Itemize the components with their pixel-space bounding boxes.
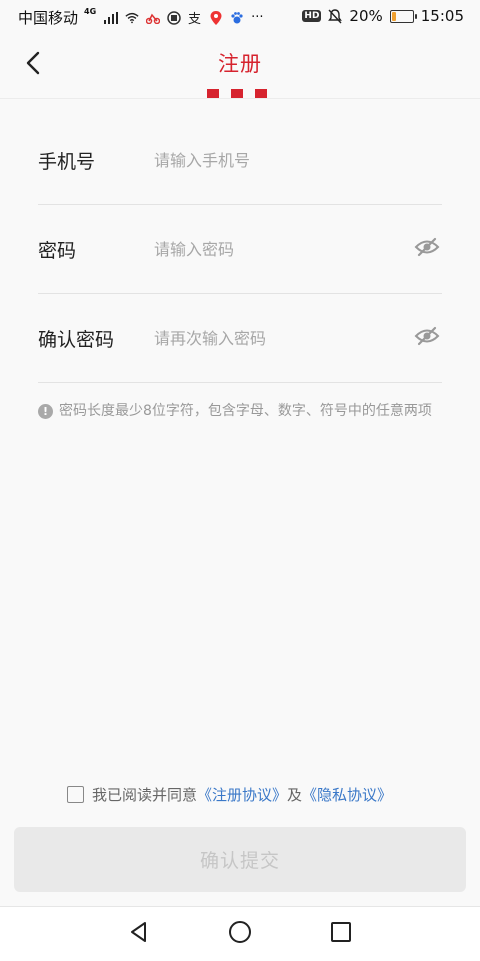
nav-home-icon <box>228 920 252 948</box>
password-label: 密码 <box>38 239 77 262</box>
map-pin-icon <box>209 10 223 25</box>
nav-back-button[interactable] <box>124 919 154 949</box>
title-decoration <box>207 89 267 98</box>
phone-row: 手机号 <box>38 116 442 205</box>
title-deco-block <box>207 89 219 98</box>
signal-icon <box>104 11 119 25</box>
nav-home-button[interactable] <box>225 919 255 949</box>
nav-recents-button[interactable] <box>326 919 356 949</box>
svg-text:支: 支 <box>188 12 201 25</box>
agreement-prefix: 我已阅读并同意 <box>92 786 198 804</box>
eye-off-icon <box>414 326 440 350</box>
nav-recents-icon <box>331 922 351 946</box>
password-input[interactable] <box>154 239 412 259</box>
battery-percent: 20% <box>349 7 383 25</box>
clock: 15:05 <box>420 7 464 25</box>
status-bar: 中国移动 4G 支 ··· HD 20% 15:05 <box>0 0 480 34</box>
register-form: 手机号 密码 确认密码 <box>38 116 442 383</box>
app-badge-icon <box>167 10 181 25</box>
status-bar-right: HD 20% 15:05 <box>302 7 464 25</box>
baidu-icon <box>230 11 244 25</box>
title-deco-block <box>231 89 243 98</box>
notification-icons: 支 ··· <box>104 10 264 25</box>
nav-back-icon <box>128 921 150 947</box>
delivery-app-icon <box>146 11 161 25</box>
wifi-icon <box>125 11 139 25</box>
agreement-joiner: 及 <box>287 786 303 804</box>
info-icon: ! <box>38 404 53 419</box>
carrier-name: 中国移动 <box>18 9 79 27</box>
password-hint: ! 密码长度最少8位字符，包含字母、数字、符号中的任意两项 <box>38 402 442 421</box>
hd-badge: HD <box>302 10 322 22</box>
password-visibility-toggle[interactable] <box>412 234 442 264</box>
eye-off-icon <box>414 237 440 261</box>
app-header: 注册 <box>0 34 480 99</box>
phone-label: 手机号 <box>38 150 96 173</box>
alipay-icon: 支 <box>188 11 202 25</box>
password-row: 密码 <box>38 205 442 294</box>
system-nav-bar <box>0 906 480 961</box>
battery-icon <box>389 9 417 23</box>
privacy-agreement-link[interactable]: 《隐私协议》 <box>302 784 392 805</box>
title-deco-block <box>255 89 267 98</box>
confirm-password-label: 确认密码 <box>38 328 115 351</box>
network-type: 4G <box>84 7 97 16</box>
password-hint-text: 密码长度最少8位字符，包含字母、数字、符号中的任意两项 <box>59 403 432 419</box>
phone-input[interactable] <box>154 150 442 170</box>
confirm-password-visibility-toggle[interactable] <box>412 323 442 353</box>
mute-bell-icon <box>328 8 343 23</box>
page-title: 注册 <box>218 52 262 76</box>
submit-button[interactable]: 确认提交 <box>14 827 466 892</box>
more-notifications-icon: ··· <box>251 10 264 25</box>
agreement-checkbox[interactable] <box>67 786 84 803</box>
register-agreement-link[interactable]: 《注册协议》 <box>197 784 287 805</box>
status-bar-left: 中国移动 4G 支 ··· <box>18 7 264 28</box>
confirm-password-input[interactable] <box>154 328 412 348</box>
confirm-password-row: 确认密码 <box>38 294 442 383</box>
agreement-row: 我已阅读并同意 《注册协议》 及 《隐私协议》 <box>67 784 392 805</box>
